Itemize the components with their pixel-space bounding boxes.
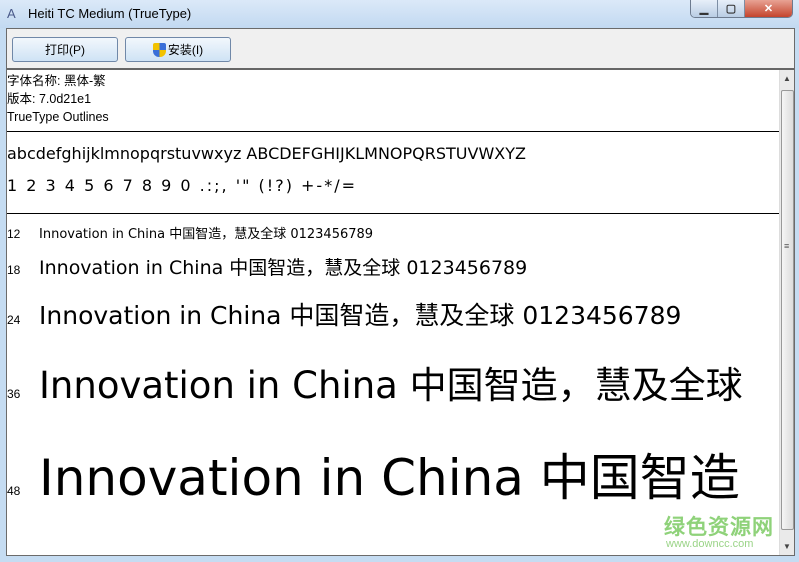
vertical-scrollbar[interactable]: ▲ ≡ ▼ xyxy=(779,70,794,555)
sample-row-12: 12 Innovation in China 中国智造，慧及全球 01234567… xyxy=(7,223,373,242)
sample-text: Innovation in China 中国智造，慧及全球 0123456789 xyxy=(39,227,374,242)
install-button[interactable]: 安装(I) xyxy=(125,37,231,62)
charset-symbols: 1 2 3 4 5 6 7 8 9 0 .:;, '" (!?) +-*/= xyxy=(7,176,357,195)
minimize-button[interactable]: ▁ xyxy=(691,0,718,17)
sample-row-24: 24 Innovation in China 中国智造，慧及全球 01234567… xyxy=(7,296,681,332)
close-button[interactable]: ✕ xyxy=(745,0,792,17)
sample-size: 48 xyxy=(7,484,21,498)
sample-text: Innovation in China 中国智造，慧及全球 0123456789 xyxy=(39,257,528,279)
print-button[interactable]: 打印(P) xyxy=(12,37,118,62)
maximize-button[interactable]: ▢ xyxy=(718,0,745,17)
font-preview-area: 字体名称: 黑体-繁 版本: 7.0d21e1 TrueType Outline… xyxy=(7,70,779,555)
font-name: 字体名称: 黑体-繁 xyxy=(7,74,106,88)
window-title: Heiti TC Medium (TrueType) xyxy=(28,6,192,21)
font-app-icon: A xyxy=(7,6,16,21)
sample-size: 36 xyxy=(7,387,21,401)
charset-letters: abcdefghijklmnopqrstuvwxyz ABCDEFGHIJKLM… xyxy=(7,144,526,163)
print-label: 打印(P) xyxy=(45,43,85,57)
sample-size: 12 xyxy=(7,227,21,241)
grip-icon: ≡ xyxy=(784,241,790,251)
font-version: 版本: 7.0d21e1 xyxy=(7,92,92,106)
divider xyxy=(7,131,779,132)
watermark-url: www.downcc.com xyxy=(666,538,754,550)
sample-text: Innovation in China 中国智造 xyxy=(39,449,740,507)
title-bar: A Heiti TC Medium (TrueType) ▁ ▢ ✕ xyxy=(0,0,799,28)
install-label: 安装(I) xyxy=(167,43,204,57)
sample-row-48: 48 Innovation in China 中国智造 xyxy=(7,438,740,510)
toolbar: 打印(P) 安装(I) xyxy=(7,29,794,70)
sample-row-18: 18 Innovation in China 中国智造，慧及全球 01234567… xyxy=(7,253,527,280)
uac-shield-icon xyxy=(152,42,166,57)
watermark-name: 绿色资源网 xyxy=(664,516,774,539)
sample-text: Innovation in China 中国智造，慧及全球 xyxy=(39,364,743,407)
font-viewer-window: 打印(P) 安装(I) 字体名称: 黑体-繁 版本: 7.0d21e1 True… xyxy=(6,28,795,556)
divider xyxy=(7,213,779,214)
sample-size: 18 xyxy=(7,263,21,277)
scrollbar-thumb[interactable]: ≡ xyxy=(781,90,794,530)
sample-row-36: 36 Innovation in China 中国智造，慧及全球 xyxy=(7,355,743,409)
scroll-up-arrow-icon[interactable]: ▲ xyxy=(780,70,794,87)
font-outline-type: TrueType Outlines xyxy=(7,110,109,124)
sample-text: Innovation in China 中国智造，慧及全球 0123456789 xyxy=(39,301,682,330)
scroll-down-arrow-icon[interactable]: ▼ xyxy=(780,538,794,555)
sample-size: 24 xyxy=(7,313,21,327)
